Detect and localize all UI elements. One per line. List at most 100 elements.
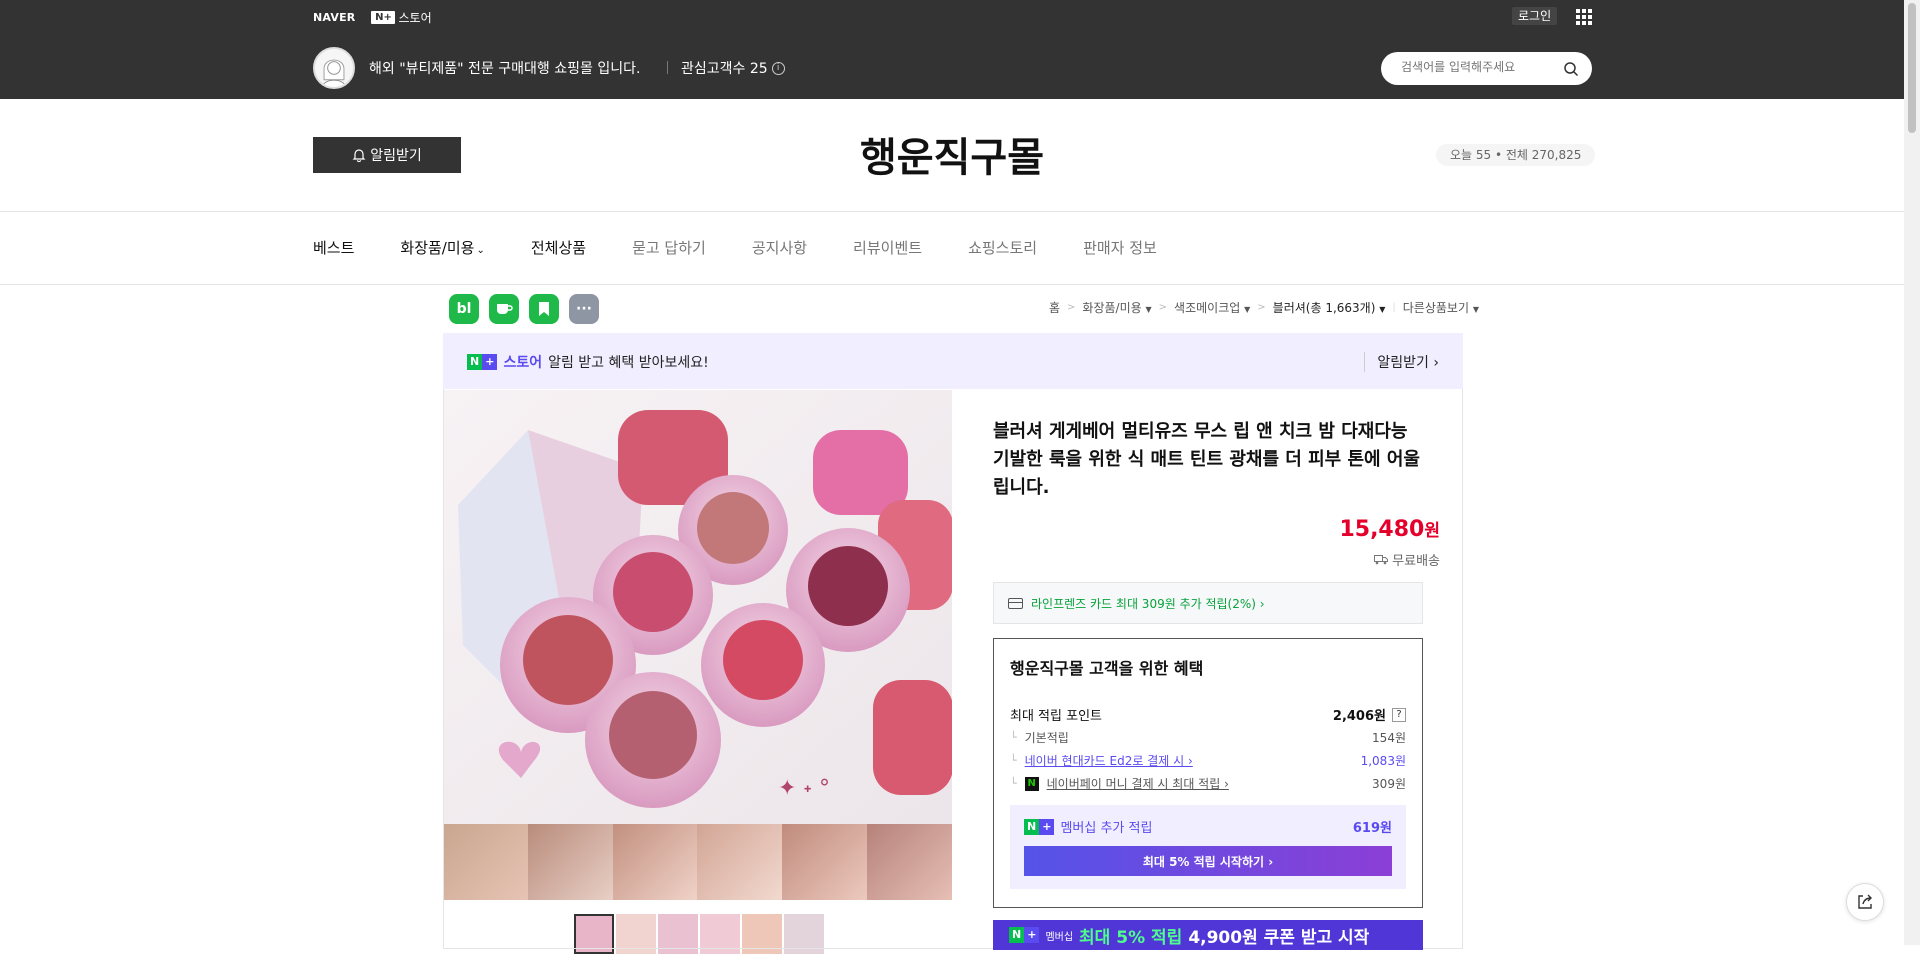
divider-line: [0, 284, 1904, 285]
nav-item-cosmetics[interactable]: 화장품/미용 ⌄: [400, 237, 484, 258]
membership-value: 619원: [1352, 821, 1392, 836]
scrollbar-thumb[interactable]: [1908, 3, 1916, 133]
max-points-value: 2,406원: [1332, 709, 1386, 724]
store-description: 해외 "뷰티제품" 전문 구매대행 쇼핑몰 입니다.: [369, 61, 641, 77]
benefit-title: 행운직구몰 고객을 위한 혜택: [1010, 659, 1204, 678]
membership-start-button[interactable]: 최대 5% 적립 시작하기 ›: [1024, 846, 1392, 876]
breadcrumb-cat3-label: 블러셔: [1272, 301, 1306, 315]
login-button[interactable]: 로그인: [1512, 7, 1558, 25]
store-title[interactable]: 행운직구몰: [760, 125, 1144, 183]
product-title: 블러셔 게게베어 멀티유즈 무스 립 앤 치크 밤 다재다능 기발한 룩을 위한…: [993, 421, 1420, 498]
card-benefit-banner[interactable]: 라인프렌즈 카드 최대 309원 추가 적립(2%) ›: [993, 582, 1423, 624]
nstore-logo[interactable]: N+ 스토어: [371, 9, 432, 26]
membership-label: 멤버십 추가 적립: [1060, 821, 1153, 836]
face-thumbnail[interactable]: [867, 824, 952, 900]
interest-customers[interactable]: 관심고객수 25 i: [681, 58, 785, 78]
npay-money-link[interactable]: 네이버페이 머니 결제 시 최대 적립 ›: [1047, 775, 1229, 792]
shipping-label: 무료배송: [1392, 554, 1440, 569]
bookmark-icon[interactable]: [529, 294, 559, 324]
nplus-icon: N+: [371, 10, 396, 24]
hyundai-card-link[interactable]: 네이버 현대카드 Ed2로 결제 시 ›: [1025, 752, 1193, 769]
basic-points-row: └ 기본적립 154원: [1010, 731, 1406, 745]
nav-item-notice[interactable]: 공지사항: [752, 237, 807, 258]
breadcrumb-cat2-label: 색조메이크업: [1174, 301, 1241, 315]
caret-down-icon: ▼: [1244, 305, 1251, 314]
nplus-badge: N +: [1024, 818, 1055, 835]
search-input[interactable]: [1401, 60, 1561, 74]
breadcrumb-cat3[interactable]: 블러셔(총 1,663개) ▼: [1273, 299, 1386, 316]
more-icon[interactable]: ···: [569, 294, 599, 324]
credit-card-icon: [1008, 597, 1023, 609]
image-thumbnail[interactable]: [742, 914, 782, 954]
notify-banner-text: N + 스토어 알림 받고 혜택 받아보세요!: [467, 352, 709, 372]
info-icon[interactable]: i: [771, 61, 785, 75]
naver-logo[interactable]: NAVER: [313, 11, 355, 24]
page-scrollbar[interactable]: [1904, 0, 1920, 945]
notify-banner[interactable]: N + 스토어 알림 받고 혜택 받아보세요! 알림받기 ›: [443, 333, 1463, 389]
nav-item-all-products[interactable]: 전체상품: [531, 237, 586, 258]
face-thumbnail[interactable]: [697, 824, 783, 900]
brand-row: NAVER N+ 스토어: [313, 9, 432, 25]
visit-counter: 오늘 55 • 전체 270,825: [1436, 144, 1596, 166]
image-thumbnail[interactable]: [616, 914, 656, 954]
chevron-down-icon: ⌄: [476, 244, 485, 256]
blog-icon[interactable]: bl: [449, 294, 479, 324]
product-image-strip: [443, 824, 952, 900]
search-box[interactable]: [1381, 52, 1592, 85]
nplus-badge: N +: [467, 354, 498, 370]
image-thumbnail[interactable]: [700, 914, 740, 954]
cafe-icon[interactable]: [489, 294, 519, 324]
price-currency: 원: [1424, 521, 1440, 541]
face-thumbnail[interactable]: [782, 824, 868, 900]
npay-icon: N: [1024, 776, 1039, 791]
nstore-label: 스토어: [398, 10, 432, 25]
price-value: 15,480: [1339, 517, 1425, 542]
nav-item-qna[interactable]: 묻고 답하기: [632, 237, 706, 258]
share-fab[interactable]: [1846, 883, 1884, 921]
nav-item-shopping-story[interactable]: 쇼핑스토리: [968, 237, 1037, 258]
nav-item-seller-info[interactable]: 판매자 정보: [1083, 237, 1157, 258]
share-icon: [1858, 894, 1872, 909]
card-points-row: └ 네이버 현대카드 Ed2로 결제 시 › 1,083원: [1010, 752, 1406, 769]
truck-icon: [1374, 555, 1389, 565]
caret-down-icon: ▼: [1472, 305, 1479, 314]
image-thumbnail[interactable]: [574, 914, 614, 954]
caret-down-icon: ▼: [1145, 305, 1152, 314]
notice-action[interactable]: 알림받기 ›: [1364, 352, 1439, 372]
share-icons: bl ···: [449, 294, 599, 324]
product-photo: ✦ ˖ °: [443, 390, 952, 824]
search-icon[interactable]: [1563, 61, 1579, 77]
other-products-label: 다른상품보기: [1402, 301, 1470, 315]
product-price: 15,480원: [1339, 516, 1440, 542]
membership-box: N + 멤버십 추가 적립 619원 최대 5% 적립 시작하기 ›: [1010, 805, 1406, 889]
store-avatar[interactable]: [313, 47, 355, 89]
max-points-row: 최대 적립 포인트 2,406원?: [1010, 705, 1406, 724]
face-thumbnail[interactable]: [612, 824, 698, 900]
store-word: 스토어: [503, 355, 543, 371]
card-benefit-text: 라인프렌즈 카드 최대 309원 추가 적립(2%) ›: [1031, 596, 1265, 611]
interest-label: 관심고객수 25: [681, 61, 768, 77]
svg-text:✦ ˖ °: ✦ ˖ °: [778, 776, 830, 801]
image-thumbnail[interactable]: [658, 914, 698, 954]
breadcrumb-home[interactable]: 홈: [1049, 299, 1060, 316]
image-thumbnail[interactable]: [784, 914, 824, 954]
face-thumbnail[interactable]: [443, 824, 528, 900]
image-thumbnails: [574, 914, 824, 954]
nav-item-review-event[interactable]: 리뷰이벤트: [853, 237, 922, 258]
breadcrumb-cat2[interactable]: 색조메이크업 ▼: [1174, 299, 1250, 316]
help-icon[interactable]: ?: [1392, 707, 1406, 722]
breadcrumb-other-products[interactable]: 다른상품보기 ▼: [1403, 299, 1479, 316]
nav-item-best[interactable]: 베스트: [313, 237, 354, 258]
store-nav: 베스트 화장품/미용 ⌄ 전체상품 묻고 답하기 공지사항 리뷰이벤트 쇼핑스토리…: [313, 236, 1203, 258]
shipping-info: 무료배송: [1374, 550, 1440, 569]
nplus-badge: N +: [1009, 927, 1040, 943]
notify-button[interactable]: 알림받기: [313, 137, 461, 173]
product-main-image[interactable]: ✦ ˖ °: [443, 390, 952, 824]
caret-down-icon: ▼: [1379, 305, 1386, 314]
breadcrumb-cat1[interactable]: 화장품/미용 ▼: [1082, 299, 1151, 316]
apps-grid-icon[interactable]: [1576, 9, 1592, 25]
face-thumbnail[interactable]: [527, 824, 613, 900]
customer-benefit-box: 행운직구몰 고객을 위한 혜택 최대 적립 포인트 2,406원? └ 기본적립 …: [993, 638, 1423, 908]
membership-promo-banner[interactable]: N + 멤버십 최대 5% 적립 4,900원 쿠폰 받고 시작: [993, 920, 1423, 950]
basic-points-value: 154원: [1372, 731, 1406, 745]
